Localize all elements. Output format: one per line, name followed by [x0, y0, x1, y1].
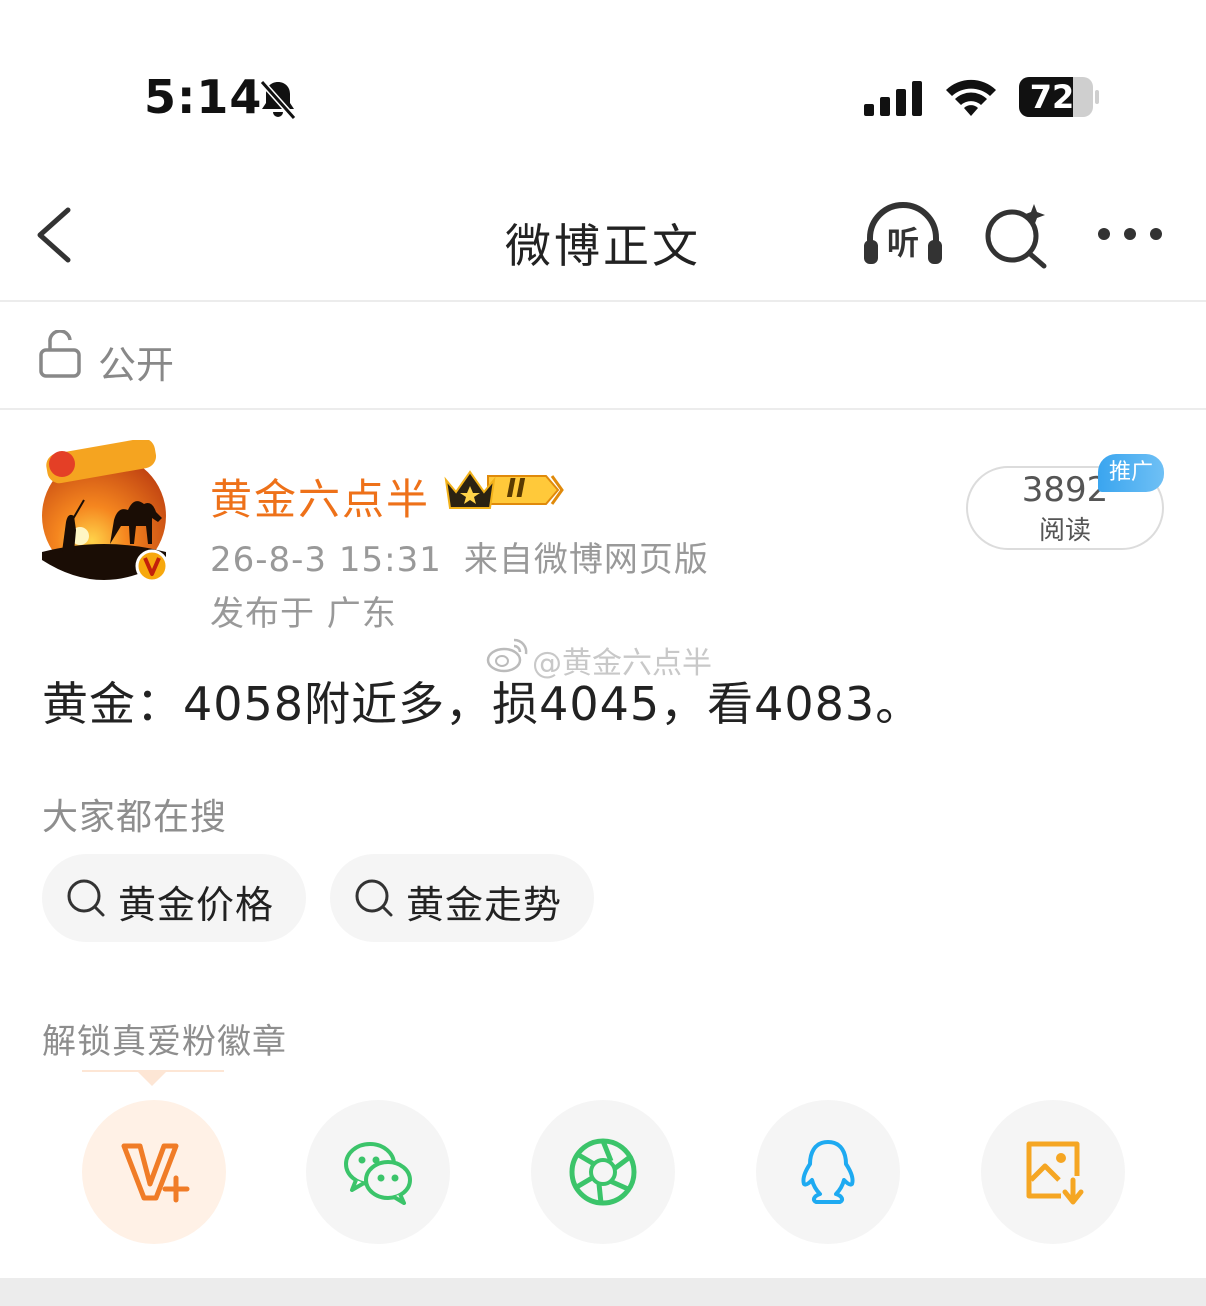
wifi-icon [946, 79, 996, 116]
ai-search-icon[interactable] [980, 200, 1050, 270]
hot-search-chip[interactable]: 黄金价格 [42, 854, 306, 942]
tooltip-arrow [138, 1072, 166, 1086]
author-name[interactable]: 黄金六点半 [210, 466, 430, 527]
hot-search-title: 大家都在搜 [42, 797, 228, 838]
hot-search-chip-label: 黄金走势 [406, 883, 563, 927]
battery-level: 72 [1029, 78, 1075, 116]
post-meta: 26-8-3 15:31 来自微博网页版 [210, 532, 709, 581]
share-save-image-button[interactable] [981, 1100, 1125, 1244]
search-icon [67, 879, 105, 917]
vplus-icon [121, 1143, 190, 1203]
qq-icon [801, 1140, 855, 1204]
listen-label[interactable]: 听 [878, 218, 928, 264]
hot-search-chip-label: 黄金价格 [118, 883, 275, 927]
share-vplus-button[interactable] [82, 1100, 226, 1244]
post-source[interactable]: 来自微博网页版 [464, 540, 709, 580]
visibility-divider [0, 408, 1206, 410]
nav-divider [0, 300, 1206, 302]
wechat-icon [344, 1142, 412, 1205]
share-qq-button[interactable] [756, 1100, 900, 1244]
bottom-bar [0, 1278, 1206, 1306]
hot-search-chip[interactable]: 黄金走势 [330, 854, 594, 942]
share-moments-button[interactable] [531, 1100, 675, 1244]
visibility-label: 公开 [98, 343, 175, 387]
more-dots-icon[interactable] [1094, 214, 1166, 254]
share-wechat-button[interactable] [306, 1100, 450, 1244]
vip-level: II [506, 474, 526, 504]
moments-icon [569, 1138, 637, 1206]
fans-badge-title[interactable]: 解锁真爱粉徽章 [42, 1014, 287, 1063]
avatar[interactable] [40, 440, 170, 580]
promo-tag[interactable]: 推广 [1098, 454, 1164, 492]
post-body: 黄金：4058附近多，损4045，看4083。 [42, 677, 923, 731]
save-image-icon [1026, 1141, 1084, 1205]
cellular-signal-icon [864, 81, 922, 116]
unlock-icon [39, 330, 81, 378]
search-icon [355, 879, 393, 917]
bell-slash-icon [259, 80, 297, 120]
post-location: 发布于 广东 [210, 594, 397, 634]
status-time: 5:14 [144, 70, 263, 124]
post-date: 26-8-3 15:31 [210, 540, 442, 580]
read-label: 阅读 [1038, 516, 1091, 546]
